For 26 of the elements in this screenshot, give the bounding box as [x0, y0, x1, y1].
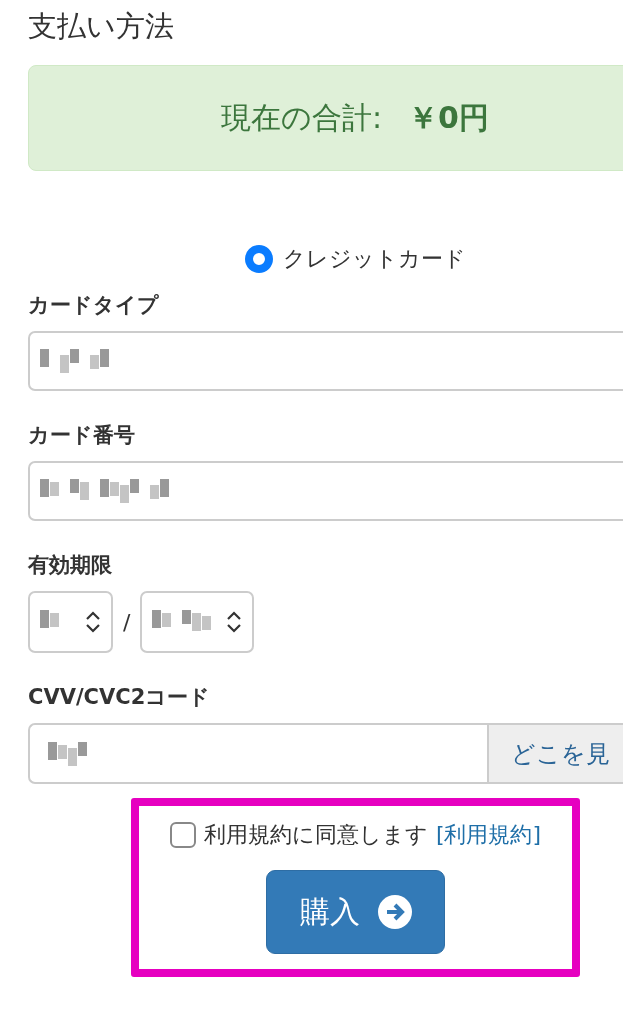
total-amount: ￥0円: [408, 98, 489, 137]
field-label: カード番号: [28, 422, 136, 449]
terms-label: 利用規約に同意します: [203, 821, 428, 849]
pixelated-text-drawing: [40, 349, 110, 373]
total-label: 現在の合計:: [221, 98, 383, 137]
help-button[interactable]: どこを見: [487, 723, 623, 784]
chevron-updown-icon: [85, 611, 101, 633]
radio-label: クレジットカード: [282, 245, 466, 273]
arrow-right-circle-icon: [377, 895, 412, 929]
field-label: カードタイプ: [28, 292, 160, 319]
field-label: CVV/CVC2コード: [28, 684, 212, 711]
radio-button[interactable]: [244, 245, 273, 273]
field-label: 有効期限: [28, 552, 113, 579]
purchase-button[interactable]: 購入: [266, 870, 445, 954]
page-title: 支払い方法: [28, 8, 175, 45]
input-field[interactable]: [28, 461, 623, 521]
checkbox[interactable]: [169, 822, 196, 848]
separator: /: [123, 609, 131, 635]
pixelated-text-drawing: [48, 741, 88, 766]
input-field[interactable]: [28, 331, 623, 391]
pixelated-text-drawing: [152, 610, 213, 634]
input-field[interactable]: [28, 723, 487, 784]
terms-link[interactable]: [利用規約]: [435, 820, 542, 850]
chevron-updown-icon: [226, 611, 243, 633]
month-select[interactable]: [28, 591, 113, 653]
year-select[interactable]: [140, 591, 255, 653]
